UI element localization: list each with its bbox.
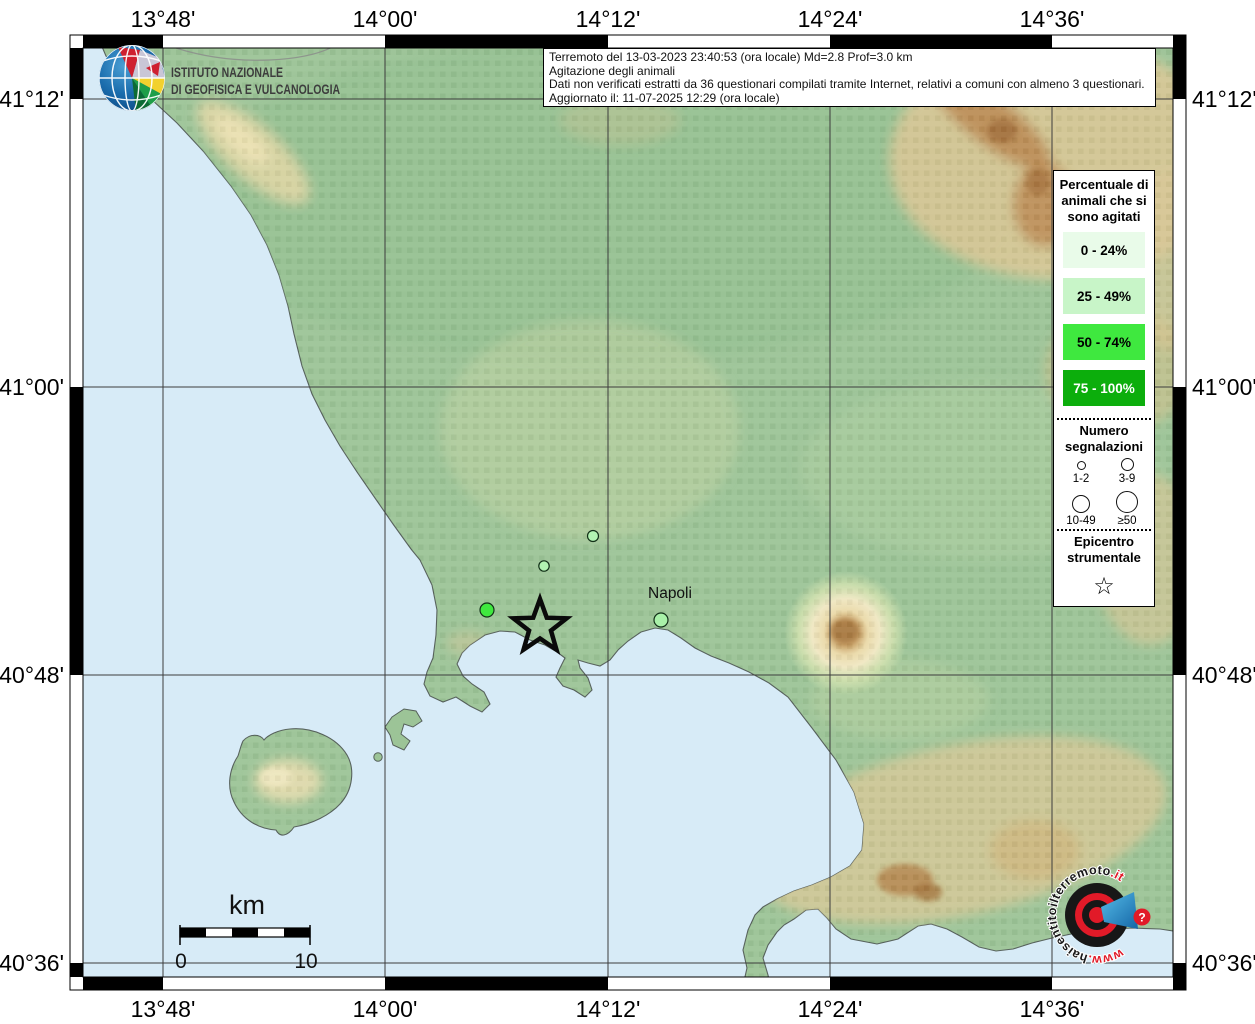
count-class-3-9: 3-9 — [1119, 458, 1136, 485]
observation-dot — [480, 603, 494, 617]
count-class-label: 1-2 — [1073, 473, 1090, 485]
axis-label-top: 14°36' — [1020, 6, 1085, 32]
legend-swatch-50-74: 50 - 74% — [1063, 324, 1145, 360]
legend-swatch-25-49: 25 - 49% — [1063, 278, 1145, 314]
observation-dot — [588, 531, 599, 542]
axis-label-right: 40°48' — [1192, 662, 1255, 688]
legend-swatch-label: 25 - 49% — [1077, 289, 1131, 304]
axis-label-left: 41°00' — [0, 374, 64, 400]
legend-panel: Percentuale di animali che si sono agita… — [1053, 170, 1155, 607]
axis-label-right: 40°36' — [1192, 950, 1255, 976]
scale-bar-unit: km — [229, 890, 265, 920]
observation-dot — [654, 613, 668, 627]
ingv-name-line2: DI GEOFISICA E VULCANOLOGIA — [171, 82, 340, 98]
circle-size-icon — [1072, 495, 1090, 513]
observation-dot — [539, 561, 549, 571]
count-class-10-49: 10-49 — [1066, 489, 1095, 527]
axis-label-top: 13°48' — [131, 6, 196, 32]
legend-swatch-label: 50 - 74% — [1077, 335, 1131, 350]
legend-swatch-0-24: 0 - 24% — [1063, 232, 1145, 268]
circle-size-icon — [1121, 458, 1134, 471]
axis-label-top: 14°24' — [798, 6, 863, 32]
scale-bar-start: 0 — [175, 950, 187, 973]
axis-label-top: 14°00' — [353, 6, 418, 32]
circle-size-icon — [1077, 461, 1086, 470]
legend-percent-title: Percentuale di animali che si sono agita… — [1057, 177, 1151, 225]
circle-size-icon — [1116, 491, 1138, 513]
legend-divider — [1057, 529, 1151, 531]
earthquake-info-box: Terremoto del 13-03-2023 23:40:53 (ora l… — [543, 48, 1156, 107]
city-label-napoli: Napoli — [648, 585, 692, 602]
legend-percent-swatches: 0 - 24% 25 - 49% 50 - 74% 75 - 100% — [1057, 232, 1151, 416]
axis-label-bottom: 14°36' — [1020, 996, 1085, 1022]
axis-label-bottom: 14°24' — [798, 996, 863, 1022]
count-class-50plus: ≥50 — [1116, 487, 1138, 527]
info-line-event: Terremoto del 13-03-2023 23:40:53 (ora l… — [549, 51, 1150, 65]
legend-epicenter-title: Epicentro strumentale — [1057, 534, 1151, 566]
info-line-source: Dati non verificati estratti da 36 quest… — [549, 78, 1150, 92]
axis-label-left: 41°12' — [0, 86, 64, 112]
map-page: Napoli km 0 10 13°48' 14°00' 14°12' 14°2… — [0, 0, 1255, 1024]
legend-swatch-75-100: 75 - 100% — [1063, 370, 1145, 406]
axis-label-top: 14°12' — [576, 6, 641, 32]
axis-label-bottom: 14°00' — [353, 996, 418, 1022]
legend-swatch-label: 75 - 100% — [1073, 381, 1135, 396]
axis-label-bottom: 14°12' — [576, 996, 641, 1022]
scale-bar-end: 10 — [294, 950, 317, 973]
axis-label-left: 40°36' — [0, 950, 64, 976]
axis-label-bottom: 13°48' — [131, 996, 196, 1022]
legend-divider — [1057, 418, 1151, 420]
island-islet — [374, 753, 382, 761]
ingv-name-line1: ISTITUTO NAZIONALE — [171, 65, 283, 81]
legend-count-symbols: 1-2 3-9 10-49 ≥50 — [1058, 458, 1150, 527]
count-class-label: ≥50 — [1117, 515, 1136, 527]
legend-swatch-label: 0 - 24% — [1081, 243, 1128, 258]
count-class-label: 3-9 — [1119, 473, 1136, 485]
info-line-updated: Aggiornato il: 11-07-2025 12:29 (ora loc… — [549, 92, 1150, 106]
legend-count-title: Numero segnalazioni — [1057, 423, 1151, 455]
info-line-subject: Agitazione degli animali — [549, 65, 1150, 79]
axis-label-left: 40°48' — [0, 662, 64, 688]
epicenter-star-icon: ☆ — [1093, 574, 1115, 600]
count-class-1-2: 1-2 — [1073, 461, 1090, 485]
count-class-label: 10-49 — [1066, 515, 1095, 527]
axis-label-right: 41°00' — [1192, 374, 1255, 400]
question-mark-label: ? — [1138, 911, 1145, 925]
axis-label-right: 41°12' — [1192, 86, 1255, 112]
